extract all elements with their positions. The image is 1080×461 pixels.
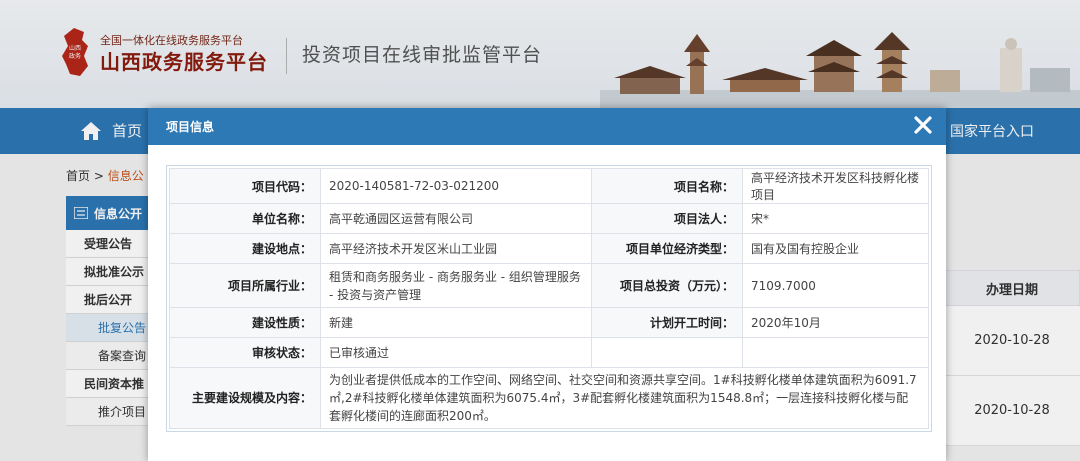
- site-label: 建设地点：: [169, 233, 321, 264]
- modal-header: 项目信息: [148, 108, 946, 145]
- info-row: 项目所属行业： 租赁和商务服务业 - 商务服务业 - 组织管理服务 - 投资与资…: [169, 263, 929, 308]
- project-name-label: 项目名称：: [591, 168, 744, 204]
- empty-cell: [591, 337, 744, 368]
- site-value: 高平经济技术开发区米山工业园: [319, 233, 593, 264]
- nature-value: 新建: [319, 307, 593, 338]
- build-scale-value: 为创业者提供低成本的工作空间、网络空间、社交空间和资源共享空间。1#科技孵化楼单…: [320, 367, 929, 429]
- industry-label: 项目所属行业：: [169, 263, 321, 308]
- nature-label: 建设性质：: [169, 307, 321, 338]
- econ-type-label: 项目单位经济类型：: [591, 233, 744, 264]
- project-info-modal: 项目信息 项目代码： 2020-140581-72-03-021200 项目名称…: [148, 108, 946, 461]
- audit-status-label: 审核状态：: [169, 337, 321, 368]
- close-icon[interactable]: [912, 114, 934, 136]
- info-row: 单位名称： 高平乾通园区运营有限公司 项目法人： 宋*: [169, 203, 929, 234]
- project-info-table: 项目代码： 2020-140581-72-03-021200 项目名称： 高平经…: [169, 168, 929, 429]
- unit-name-value: 高平乾通园区运营有限公司: [319, 203, 593, 234]
- total-investment-value: 7109.7000: [742, 263, 929, 308]
- project-info-table-wrapper: 项目代码： 2020-140581-72-03-021200 项目名称： 高平经…: [166, 165, 932, 432]
- start-time-label: 计划开工时间：: [591, 307, 744, 338]
- econ-type-value: 国有及国有控股企业: [742, 233, 929, 264]
- modal-title: 项目信息: [166, 120, 215, 134]
- empty-cell: [742, 337, 929, 368]
- info-row: 审核状态： 已审核通过: [169, 337, 929, 368]
- start-time-value: 2020年10月: [742, 307, 929, 338]
- modal-body: 项目代码： 2020-140581-72-03-021200 项目名称： 高平经…: [148, 145, 946, 432]
- audit-status-value: 已审核通过: [319, 337, 593, 368]
- legal-person-value: 宋*: [742, 203, 929, 234]
- total-investment-label: 项目总投资（万元）：: [591, 263, 744, 308]
- info-row: 建设地点： 高平经济技术开发区米山工业园 项目单位经济类型： 国有及国有控股企业: [169, 233, 929, 264]
- info-row: 主要建设规模及内容： 为创业者提供低成本的工作空间、网络空间、社交空间和资源共享…: [169, 367, 929, 429]
- project-code-value: 2020-140581-72-03-021200: [319, 168, 593, 204]
- legal-person-label: 项目法人：: [591, 203, 744, 234]
- industry-value: 租赁和商务服务业 - 商务服务业 - 组织管理服务 - 投资与资产管理: [319, 263, 593, 308]
- unit-name-label: 单位名称：: [169, 203, 321, 234]
- project-name-value: 高平经济技术开发区科技孵化楼项目: [742, 168, 929, 204]
- info-row: 项目代码： 2020-140581-72-03-021200 项目名称： 高平经…: [169, 168, 929, 204]
- project-code-label: 项目代码：: [169, 168, 321, 204]
- info-row: 建设性质： 新建 计划开工时间： 2020年10月: [169, 307, 929, 338]
- build-scale-label: 主要建设规模及内容：: [169, 367, 321, 429]
